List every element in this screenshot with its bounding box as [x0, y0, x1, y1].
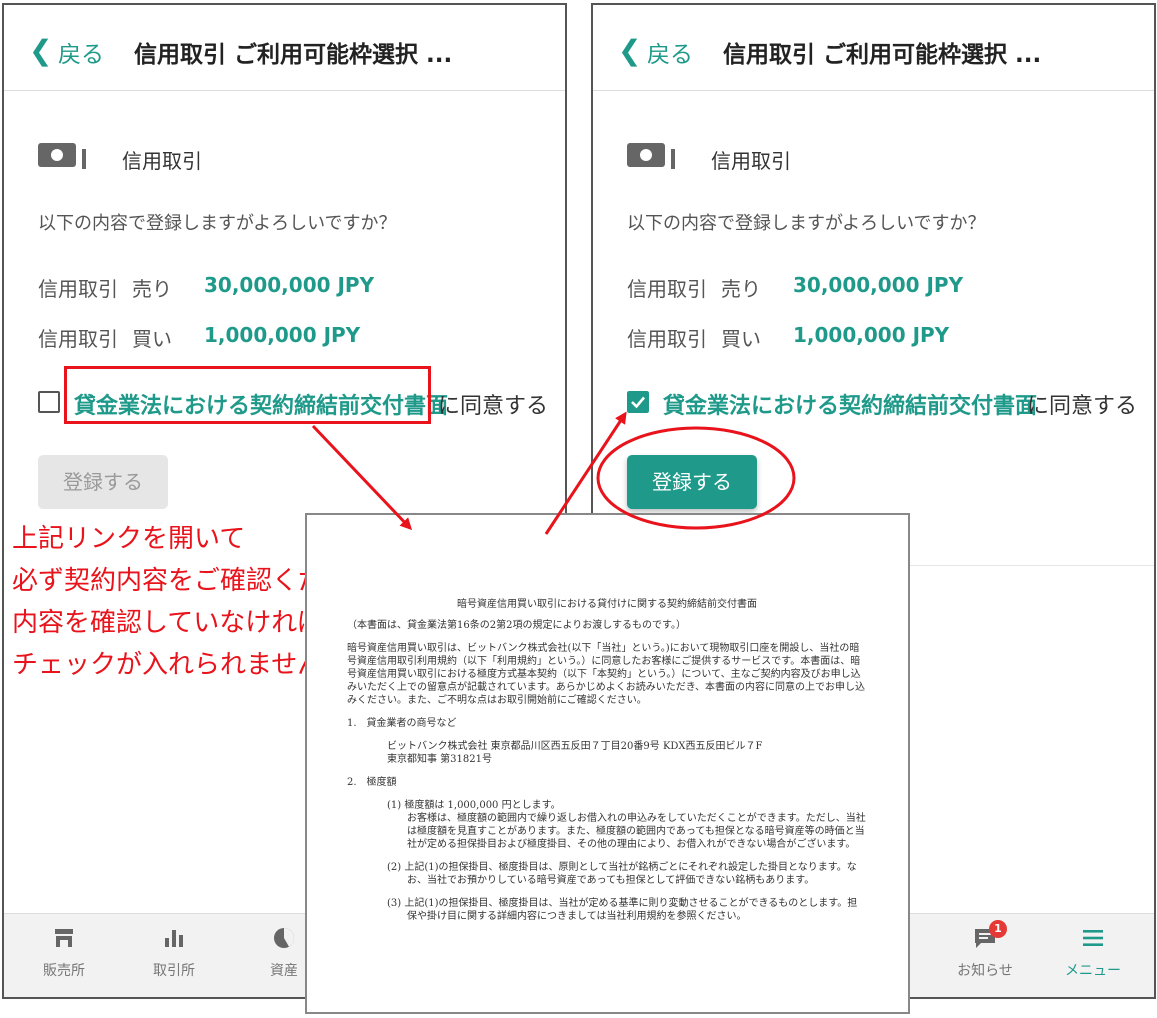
- buy-side: 買い: [721, 327, 761, 351]
- section-2-item-1: (1) 極度額は 1,000,000 円とします。 お客様は、極度額の範囲内で繰…: [387, 799, 867, 851]
- item-1-head: (1) 極度額は 1,000,000 円とします。: [387, 800, 561, 811]
- tab-notifications[interactable]: 1 お知らせ: [945, 914, 1025, 997]
- section-2-item-3: (3) 上記(1)の担保掛目、極度掛目は、当社が定める基準に則り変動させることが…: [387, 898, 858, 922]
- section-label: 信用取引: [711, 149, 791, 173]
- tab-notifications-label: お知らせ: [957, 963, 1013, 979]
- sell-type: 信用取引: [627, 277, 707, 301]
- bar-chart-icon: [165, 930, 183, 947]
- sell-line-label: 信用取引 売り: [38, 273, 172, 302]
- header: ❮ 戻る 信用取引 ご利用可能枠選択 ...: [593, 5, 1154, 91]
- menu-icon: [1083, 930, 1103, 946]
- register-button-disabled[interactable]: 登録する: [38, 455, 168, 509]
- header: ❮ 戻る 信用取引 ご利用可能枠選択 ...: [4, 5, 565, 91]
- agreement-document-link[interactable]: 貸金業法における契約締結前交付書面: [663, 388, 1037, 420]
- section-label: 信用取引: [122, 149, 202, 173]
- contract-document-body: 暗号資産信用買い取引における貸付けに関する契約締結前交付書面 （本書面は、貸金業…: [347, 598, 867, 933]
- document-title: 暗号資産信用買い取引における貸付けに関する契約締結前交付書面: [457, 599, 757, 610]
- sell-side: 売り: [721, 277, 761, 301]
- company-address: ビットバンク株式会社 東京都品川区西五反田７丁目20番9号 KDX西五反田ビル７…: [387, 741, 763, 752]
- page-title: 信用取引 ご利用可能枠選択 ...: [134, 42, 453, 68]
- agreement-checkbox[interactable]: [38, 391, 60, 413]
- sell-line-label: 信用取引 売り: [627, 273, 761, 302]
- tab-exchange[interactable]: 取引所: [134, 914, 214, 997]
- page-title: 信用取引 ご利用可能枠選択 ...: [723, 42, 1042, 68]
- section-2-item-2: (2) 上記(1)の担保掛目、極度掛目は、原則として当社が銘柄ごとにそれぞれ設定…: [387, 862, 857, 886]
- confirm-text: 以下の内容で登録しますがよろしいですか？: [38, 213, 397, 234]
- registration-number: 東京都知事 第31821号: [387, 754, 492, 765]
- document-intro: 暗号資産信用買い取引は、ビットバンク株式会社(以下「当社」という。)において現物…: [347, 643, 865, 706]
- buy-line-label: 信用取引 買い: [38, 323, 172, 352]
- buy-value: 1,000,000 JPY: [204, 323, 361, 347]
- confirm-text: 以下の内容で登録しますがよろしいですか？: [627, 213, 986, 234]
- section-2-heading: 2. 極度額: [347, 777, 397, 788]
- agreement-suffix: に同意する: [438, 394, 549, 419]
- back-chevron-icon[interactable]: ❮: [618, 37, 641, 65]
- back-button[interactable]: 戻る: [647, 35, 693, 69]
- tab-menu-label: メニュー: [1065, 963, 1121, 979]
- document-note: （本書面は、貸金業法第16条の2第2項の規定によりお渡しするものです。）: [347, 620, 687, 631]
- agreement-suffix: に同意する: [1027, 394, 1138, 419]
- notification-badge: 1: [989, 920, 1007, 938]
- cash-icon: [627, 143, 675, 169]
- buy-type: 信用取引: [627, 327, 707, 351]
- tab-store[interactable]: 販売所: [24, 914, 104, 997]
- buy-side: 買い: [132, 327, 172, 351]
- sell-value: 30,000,000 JPY: [793, 273, 964, 297]
- contract-document[interactable]: 暗号資産信用買い取引における貸付けに関する契約締結前交付書面 （本書面は、貸金業…: [305, 513, 910, 1014]
- sell-side: 売り: [132, 277, 172, 301]
- buy-value: 1,000,000 JPY: [793, 323, 950, 347]
- agreement-checkbox-checked-icon[interactable]: [627, 391, 649, 413]
- item-1-body: お客様は、極度額の範囲内で繰り返しお借入れの申込みをしていただくことができます。…: [407, 813, 866, 850]
- register-button[interactable]: 登録する: [627, 455, 757, 509]
- tab-store-label: 販売所: [43, 963, 85, 979]
- buy-line-label: 信用取引 買い: [627, 323, 761, 352]
- sell-type: 信用取引: [38, 277, 118, 301]
- cash-icon: [38, 143, 86, 169]
- tab-menu[interactable]: メニュー: [1053, 914, 1133, 997]
- section-1-heading: 1. 貸金業者の商号など: [347, 718, 457, 729]
- pie-chart-icon: [274, 928, 295, 948]
- tab-exchange-label: 取引所: [153, 963, 195, 979]
- section-1-body: ビットバンク株式会社 東京都品川区西五反田７丁目20番9号 KDX西五反田ビル７…: [387, 740, 867, 766]
- buy-type: 信用取引: [38, 327, 118, 351]
- store-icon: [55, 929, 73, 947]
- back-chevron-icon[interactable]: ❮: [29, 37, 52, 65]
- back-button[interactable]: 戻る: [58, 35, 104, 69]
- sell-value: 30,000,000 JPY: [204, 273, 375, 297]
- link-highlight-box: [64, 366, 431, 424]
